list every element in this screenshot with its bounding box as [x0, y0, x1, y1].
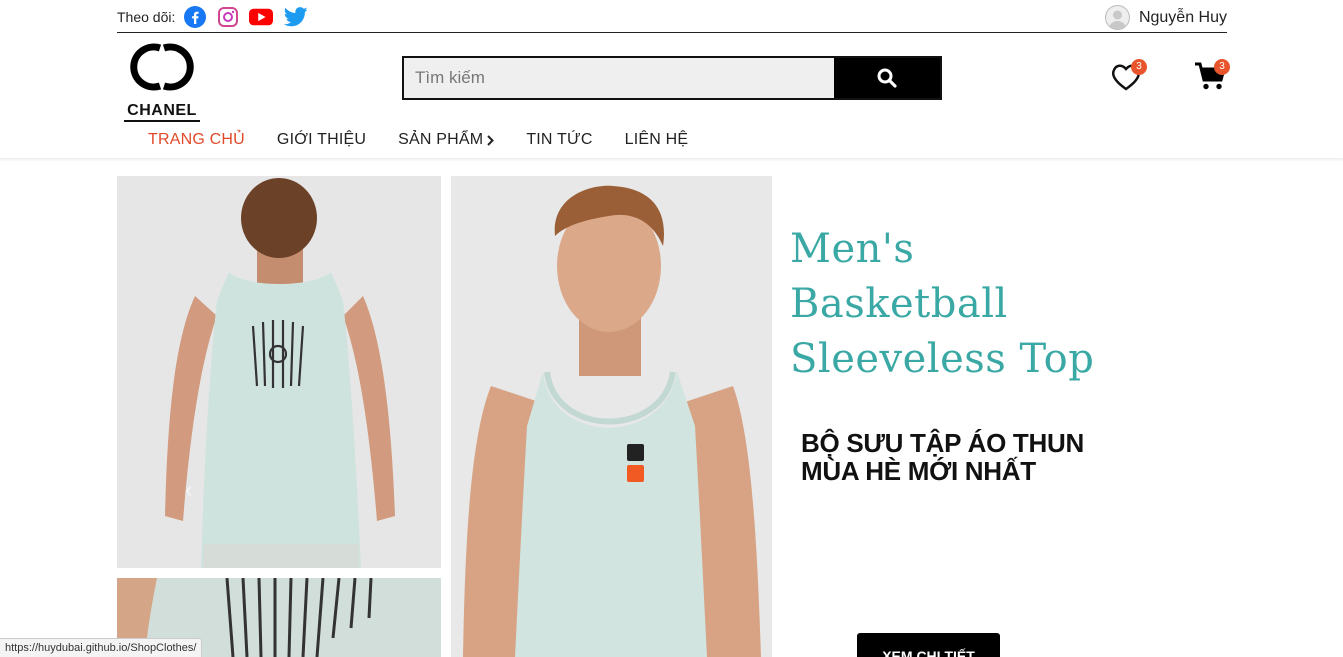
wishlist-count-badge: 3	[1131, 59, 1147, 75]
promo-title-line: Men's	[790, 226, 915, 272]
follow-label: Theo dõi:	[117, 9, 176, 25]
search-button[interactable]	[834, 58, 940, 98]
view-details-button[interactable]: XEM CHI TIẾT	[857, 633, 1000, 657]
page: Theo dõi: Nguyễn Huy CHANEL Tìm kiếm 3 3…	[0, 0, 1343, 657]
header-divider	[0, 158, 1343, 162]
youtube-icon[interactable]	[249, 6, 273, 28]
status-bar-url: https://huydubai.github.io/ShopClothes/	[0, 638, 203, 657]
wishlist-button[interactable]: 3	[1111, 59, 1147, 93]
nav-home[interactable]: TRANG CHỦ	[148, 131, 245, 149]
slider-prev-arrow[interactable]: ‹	[185, 477, 192, 503]
search-bar	[402, 56, 942, 100]
cart-button[interactable]: 3	[1194, 59, 1230, 93]
nav-news[interactable]: TIN TỨC	[526, 131, 592, 149]
promo-title-line: Basketball	[790, 281, 1008, 327]
avatar-icon	[1104, 5, 1130, 30]
product-image-front	[451, 176, 772, 657]
cart-count-badge: 3	[1214, 59, 1230, 75]
user-name: Nguyễn Huy	[1138, 8, 1227, 26]
search-input[interactable]	[404, 58, 834, 98]
promo-subtitle: BỘ SƯU TẬP ÁO THUN MÙA HÈ MỚI NHẤT	[801, 429, 1121, 485]
facebook-icon[interactable]	[183, 6, 207, 28]
nav-contact[interactable]: LIÊN HỆ	[625, 131, 689, 149]
search-icon	[877, 68, 897, 88]
instagram-icon[interactable]	[216, 6, 240, 28]
twitter-icon[interactable]	[284, 6, 308, 28]
nav-products[interactable]: SẢN PHẨM	[398, 131, 495, 149]
promo-title: Men's Basketball Sleeveless Top	[790, 222, 1120, 387]
chevron-right-icon	[487, 134, 495, 146]
product-image-back	[117, 176, 441, 568]
promo-subtitle-line: MÙA HÈ MỚI NHẤT	[801, 456, 1036, 486]
nav-about[interactable]: GIỚI THIỆU	[277, 131, 366, 149]
promo-title-line: Sleeveless Top	[790, 336, 1095, 382]
main-nav: TRANG CHỦ GIỚI THIỆU SẢN PHẨM TIN TỨC LI…	[148, 131, 688, 149]
nav-products-label: SẢN PHẨM	[398, 131, 484, 148]
chanel-cc-icon	[130, 43, 194, 91]
top-bar: Theo dõi: Nguyễn Huy	[117, 2, 1227, 33]
user-account[interactable]: Nguyễn Huy	[1104, 5, 1227, 30]
chanel-logo[interactable]: CHANEL	[124, 36, 200, 124]
logo-text: CHANEL	[124, 102, 200, 122]
promo-subtitle-line: BỘ SƯU TẬP ÁO THUN	[801, 428, 1084, 458]
